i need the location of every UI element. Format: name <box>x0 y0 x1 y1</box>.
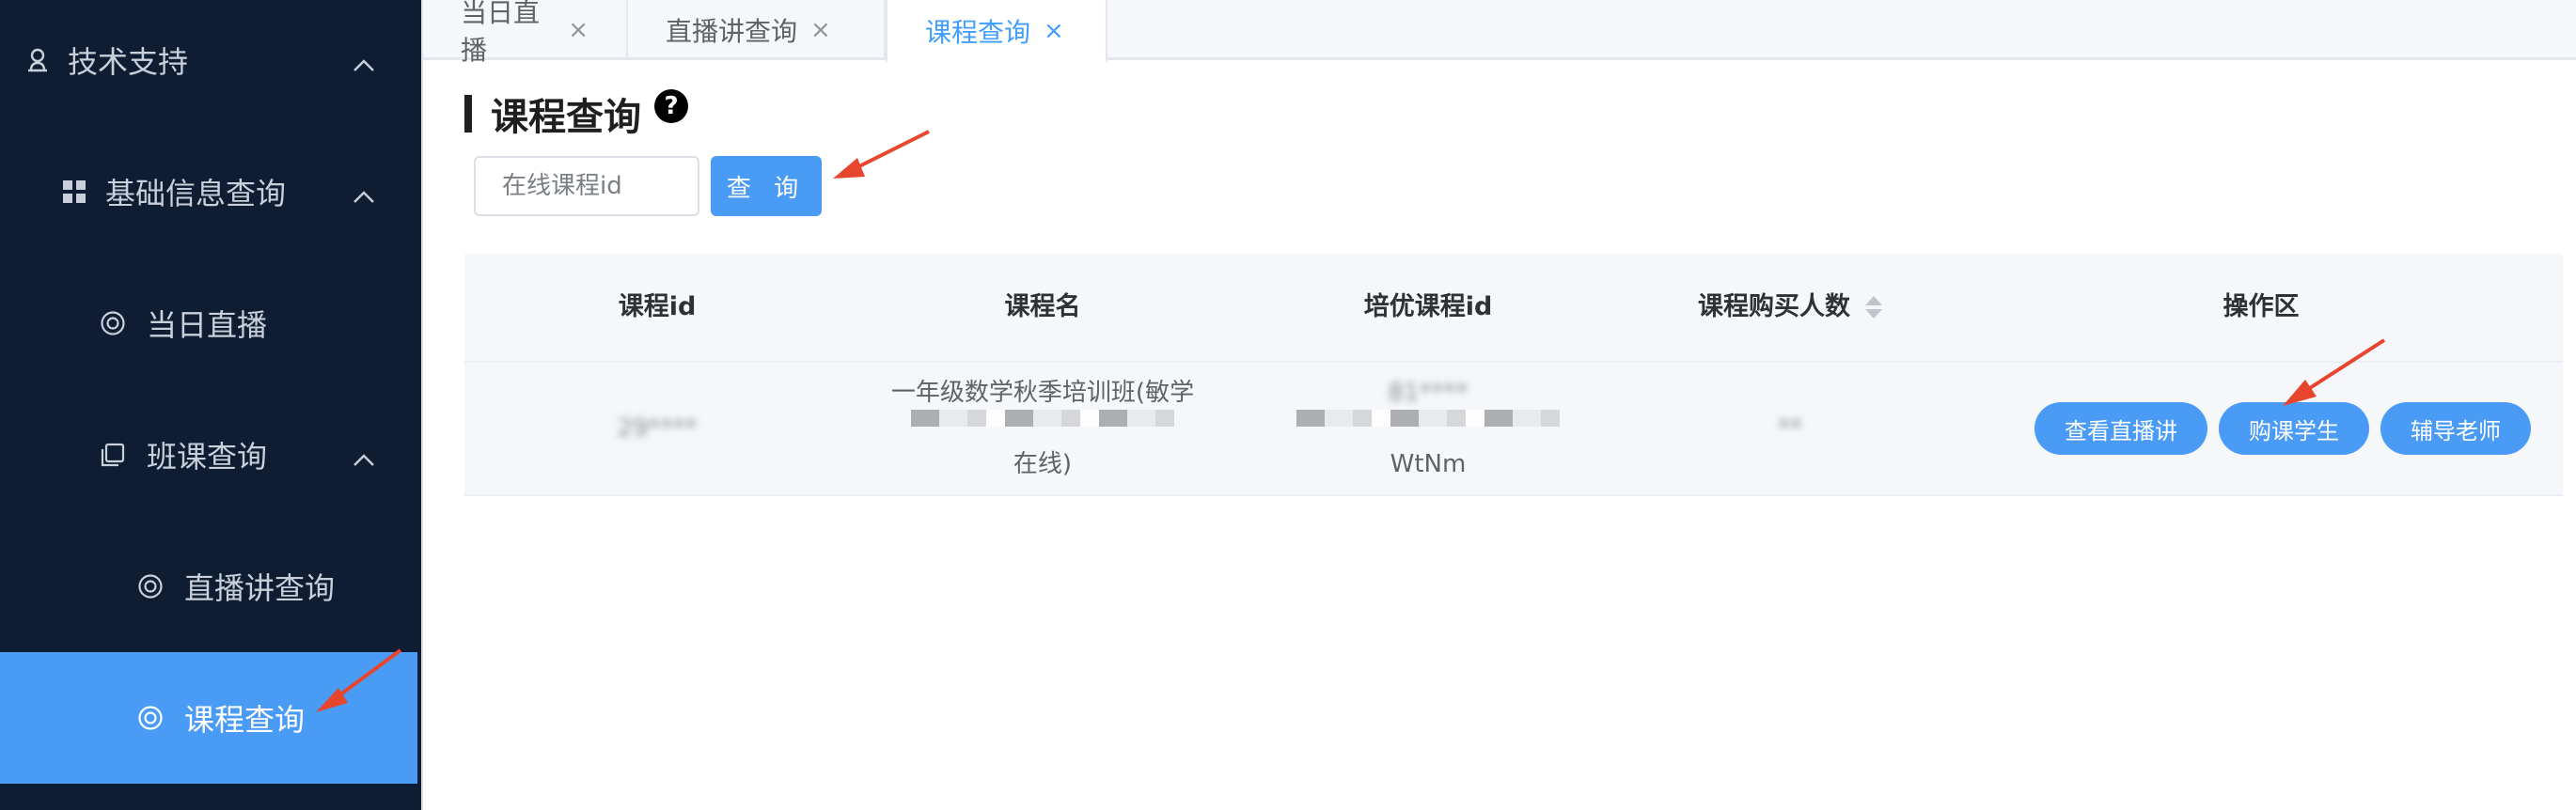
tab-live-lecture-query[interactable]: 直播讲查询 × <box>628 0 886 60</box>
cell-course-name: 一年级数学秋季培训班(敏学 在线) <box>850 363 1235 494</box>
cell-actions: 查看直播讲 购课学生 辅导老师 <box>1959 363 2563 494</box>
sidebar-item-label: 课程查询 <box>184 702 306 738</box>
sort-icon[interactable] <box>1865 296 1882 319</box>
title-accent-bar <box>464 95 472 132</box>
page-title: 课程查询 ? <box>464 86 688 141</box>
chevron-up-icon <box>352 49 376 85</box>
help-icon[interactable]: ? <box>654 89 688 123</box>
course-id-value: 29**** <box>617 414 698 443</box>
tab-label: 当日直播 <box>461 0 541 66</box>
course-id-input[interactable] <box>474 156 699 216</box>
sidebar: 技术支持 基础信息查询 当日直播 班课查询 直播讲查询 课程查询 <box>0 0 421 810</box>
tab-course-query[interactable]: 课程查询 × <box>886 0 1107 62</box>
sidebar-item-basic-info[interactable]: 基础信息查询 <box>0 126 417 257</box>
view-live-lecture-button[interactable]: 查看直播讲 <box>2034 402 2207 455</box>
page-title-text: 课程查询 <box>491 96 641 139</box>
sidebar-item-label: 技术支持 <box>68 44 189 80</box>
tutor-teacher-button[interactable]: 辅导老师 <box>2380 402 2531 455</box>
copy-icon <box>100 442 126 468</box>
column-header-label: 课程购买人数 <box>1698 292 1850 321</box>
sidebar-item-label: 当日直播 <box>147 307 268 343</box>
column-header: 培优课程id <box>1363 292 1493 321</box>
lifebuoy-icon <box>137 705 164 731</box>
sidebar-item-course-query[interactable]: 课程查询 <box>0 652 417 784</box>
sidebar-item-today-live[interactable]: 当日直播 <box>0 257 417 389</box>
peiyou-id-line2: WtNm <box>1390 450 1467 478</box>
column-header-buyers[interactable]: 课程购买人数 <box>1621 254 1959 361</box>
tab-bar: 当日直播 × 直播讲查询 × 课程查询 × <box>423 0 2576 66</box>
sidebar-item-label: 基础信息查询 <box>105 176 287 211</box>
course-name-line1: 一年级数学秋季培训班(敏学 <box>890 379 1195 407</box>
lifebuoy-icon <box>137 573 164 600</box>
user-icon <box>24 47 51 73</box>
table-row: 29**** 一年级数学秋季培训班(敏学 在线) 81**** WtNm ** … <box>464 363 2563 496</box>
cell-buyers: ** <box>1621 363 1959 494</box>
chevron-up-icon <box>352 444 376 479</box>
buyers-value: ** <box>1778 414 1802 443</box>
sidebar-item-label: 直播讲查询 <box>184 570 336 606</box>
tab-label: 课程查询 <box>925 17 1031 48</box>
search-button[interactable]: 查 询 <box>711 156 822 216</box>
grid-icon <box>62 179 86 204</box>
main-content: 当日直播 × 直播讲查询 × 课程查询 × 课程查询 ? 查 询 课程id 课程… <box>421 0 2576 810</box>
tab-label: 直播讲查询 <box>666 16 798 47</box>
chevron-up-icon <box>352 180 376 216</box>
sidebar-item-class-query[interactable]: 班课查询 <box>0 389 417 521</box>
redaction-mosaic <box>1296 410 1560 427</box>
sidebar-item-tech-support[interactable]: 技术支持 <box>0 0 417 126</box>
close-icon[interactable]: × <box>1044 17 1064 45</box>
table-header: 课程id 课程名 培优课程id 课程购买人数 操作区 <box>464 254 2563 363</box>
column-header: 课程名 <box>1004 292 1081 321</box>
app-root: 技术支持 基础信息查询 当日直播 班课查询 直播讲查询 课程查询 当日直播 × … <box>0 0 2576 810</box>
peiyou-id-line1: 81**** <box>1388 379 1469 407</box>
column-header: 操作区 <box>2223 292 2300 321</box>
redaction-mosaic <box>911 410 1174 427</box>
course-table: 课程id 课程名 培优课程id 课程购买人数 操作区 29**** 一年级数学秋… <box>464 254 2563 496</box>
column-header: 课程id <box>618 292 697 321</box>
cell-course-id: 29**** <box>464 363 850 494</box>
sidebar-item-live-lecture-query[interactable]: 直播讲查询 <box>0 521 417 652</box>
cell-peiyou-id: 81**** WtNm <box>1235 363 1621 494</box>
course-name-line2: 在线) <box>1013 450 1073 478</box>
tab-today-live[interactable]: 当日直播 × <box>423 0 628 66</box>
close-icon[interactable]: × <box>810 16 831 44</box>
sidebar-item-label: 班课查询 <box>147 439 268 475</box>
purchased-students-button[interactable]: 购课学生 <box>2219 402 2369 455</box>
close-icon[interactable]: × <box>568 16 589 44</box>
lifebuoy-icon <box>100 310 126 336</box>
